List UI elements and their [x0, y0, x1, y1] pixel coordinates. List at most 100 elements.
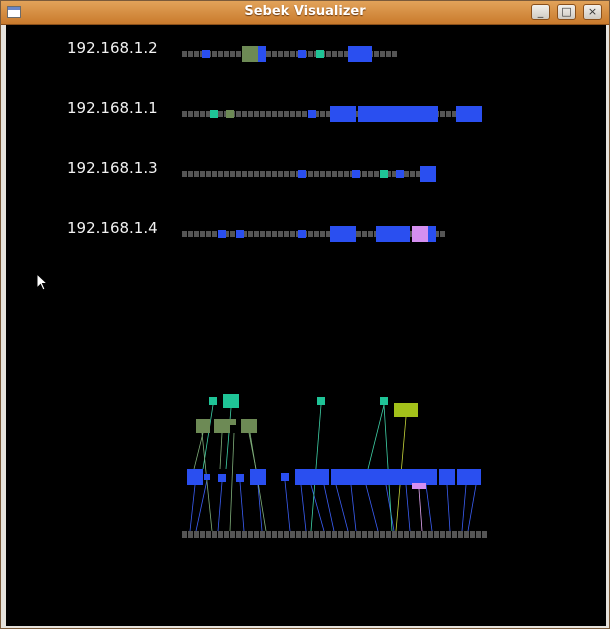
- timeline-cell: [278, 111, 283, 117]
- timeline-cell: [386, 531, 391, 538]
- timeline-cell: [230, 231, 235, 237]
- window-title: Sebek Visualizer: [244, 4, 366, 19]
- timeline-cell: [182, 171, 187, 177]
- tree-node: [204, 474, 210, 480]
- timeline-cell: [482, 531, 487, 538]
- timeline-cell: [278, 231, 283, 237]
- timeline-cell: [182, 111, 187, 117]
- timeline-cell: [230, 51, 235, 57]
- tree-node: [223, 394, 239, 408]
- timeline-cell: [200, 171, 205, 177]
- tree-node: [187, 469, 203, 485]
- timeline-cell: [182, 531, 187, 538]
- timeline-cell: [284, 111, 289, 117]
- timeline-cell: [440, 231, 445, 237]
- tree-node: [209, 397, 217, 405]
- timeline-cell: [224, 51, 229, 57]
- tree-link: [446, 484, 451, 532]
- timeline-cell: [272, 111, 277, 117]
- timeline-cell: [242, 531, 247, 538]
- tree-node: [241, 419, 257, 433]
- timeline-cell: [392, 51, 397, 57]
- timeline-cell: [338, 171, 343, 177]
- title-bar[interactable]: Sebek Visualizer _ □ ×: [1, 1, 609, 25]
- timeline-cell: [272, 531, 277, 538]
- tree-link: [300, 484, 307, 532]
- timeline-cell: [290, 171, 295, 177]
- timeline-cell: [242, 111, 247, 117]
- tree-link: [229, 432, 235, 532]
- timeline-cell: [218, 51, 223, 57]
- timeline-cell: [434, 531, 439, 538]
- timeline-cell: [212, 231, 217, 237]
- timeline-cell: [254, 171, 259, 177]
- timeline-cell: [320, 231, 325, 237]
- tree-node: [214, 419, 230, 433]
- timeline-cell: [374, 531, 379, 538]
- timeline-cell: [422, 531, 427, 538]
- event-block: [420, 166, 436, 182]
- timeline-cell: [452, 531, 457, 538]
- timeline-cell: [188, 111, 193, 117]
- timeline-cell: [260, 171, 265, 177]
- activity-tree: [182, 394, 487, 538]
- timeline-cell: [446, 531, 451, 538]
- timeline-cell: [344, 171, 349, 177]
- timeline-cell: [284, 231, 289, 237]
- visualizer-canvas[interactable]: 192.168.1.2 192.168.1.1 192.168.1.3 192.…: [6, 25, 606, 626]
- timeline-cell: [224, 531, 229, 538]
- event-block: [396, 170, 404, 178]
- timeline-cell: [272, 171, 277, 177]
- tree-node: [331, 469, 437, 485]
- event-block: [376, 226, 410, 242]
- tree-link: [217, 481, 223, 532]
- timeline-cell: [200, 231, 205, 237]
- timeline-cell: [308, 231, 313, 237]
- timeline-cell: [404, 171, 409, 177]
- tree-link: [367, 404, 385, 470]
- timeline-cell: [302, 111, 307, 117]
- tree-node: [457, 469, 481, 485]
- timeline-cell: [218, 111, 223, 117]
- timeline-cell: [440, 111, 445, 117]
- timeline-cell: [356, 531, 361, 538]
- timeline-cell: [368, 171, 373, 177]
- close-button[interactable]: ×: [583, 4, 602, 20]
- event-block: [330, 106, 356, 122]
- timeline-cell: [284, 171, 289, 177]
- visualizer-graph: [182, 46, 487, 538]
- timeline-cell: [206, 171, 211, 177]
- timeline-cell: [362, 531, 367, 538]
- tree-link: [405, 484, 411, 532]
- timeline-cell: [236, 171, 241, 177]
- app-window: Sebek Visualizer _ □ × 192.168.1.2 192.1…: [0, 0, 610, 629]
- timeline-cell: [386, 51, 391, 57]
- event-block: [348, 46, 372, 62]
- timeline-cell: [188, 51, 193, 57]
- timeline-cell: [416, 531, 421, 538]
- timeline-cell: [476, 531, 481, 538]
- timeline-cell: [428, 531, 433, 538]
- tree-node: [218, 474, 226, 482]
- timeline-cell: [200, 531, 205, 538]
- timeline-cell: [266, 231, 271, 237]
- tree-link: [195, 479, 208, 532]
- timeline-cell: [326, 171, 331, 177]
- timeline-cell: [296, 531, 301, 538]
- event-block: [380, 170, 388, 178]
- minimize-button[interactable]: _: [531, 4, 550, 20]
- timeline-cell: [254, 231, 259, 237]
- timeline-cell: [266, 51, 271, 57]
- timeline-cell: [188, 171, 193, 177]
- timeline-cell: [260, 111, 265, 117]
- timeline-cell: [374, 51, 379, 57]
- event-block: [316, 50, 324, 58]
- timeline-cell: [308, 51, 313, 57]
- timeline-cell: [314, 531, 319, 538]
- timeline-cell: [410, 171, 415, 177]
- timeline-cell: [446, 111, 451, 117]
- event-block: [308, 110, 316, 118]
- timeline-cell: [332, 171, 337, 177]
- timeline-cell: [248, 531, 253, 538]
- maximize-button[interactable]: □: [557, 4, 576, 20]
